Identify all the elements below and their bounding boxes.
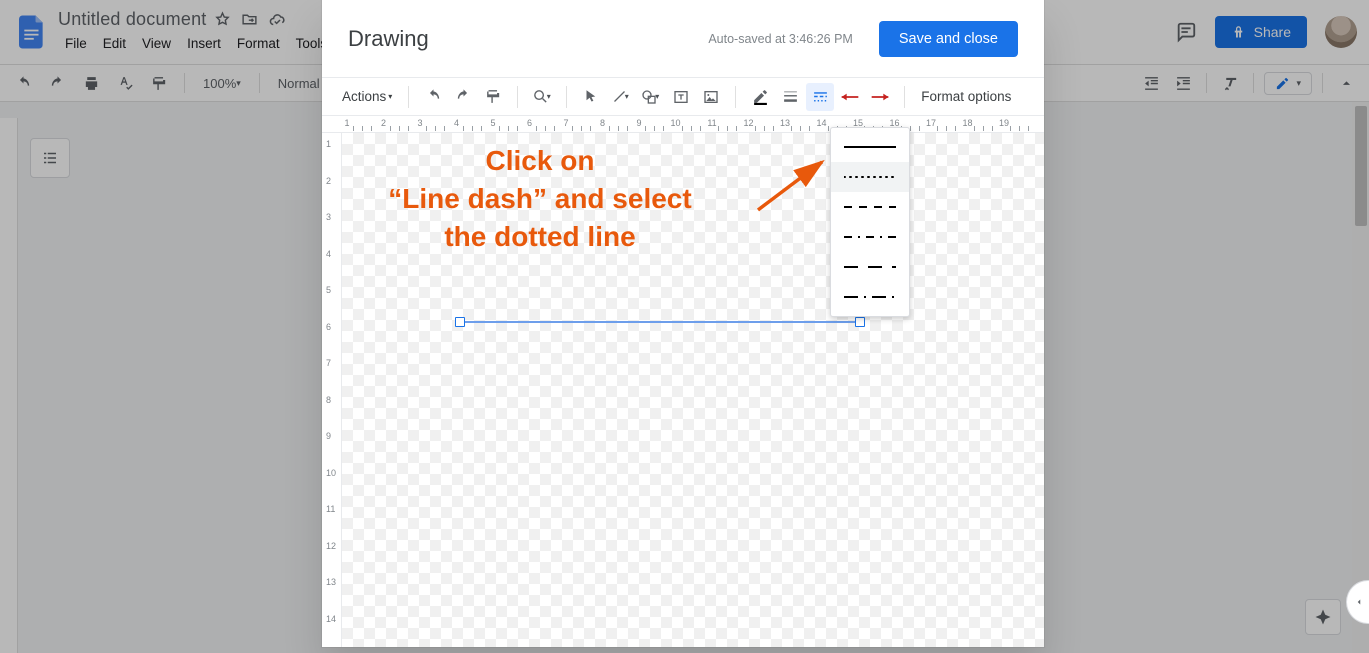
autosave-label: Auto-saved at 3:46:26 PM	[708, 32, 853, 46]
textbox-tool-icon[interactable]	[667, 83, 695, 111]
line-color-icon[interactable]	[746, 83, 774, 111]
actions-menu[interactable]: Actions▾	[336, 85, 398, 108]
line-dash-menu	[830, 127, 910, 317]
dash-option-dash-dot[interactable]	[831, 252, 909, 282]
select-tool-icon[interactable]	[577, 83, 605, 111]
zoom-tool[interactable]: ▾	[528, 83, 556, 111]
line-start-icon[interactable]	[836, 83, 864, 111]
line-tool-icon[interactable]: ▾	[607, 83, 635, 111]
dash-option-solid[interactable]	[831, 132, 909, 162]
dash-option-dotted[interactable]	[831, 162, 909, 192]
vertical-ruler-drawing: 1234567891011121314	[322, 133, 342, 647]
drawing-toolbar: Actions▾ ▾ ▾ ▾ Format options	[322, 78, 1044, 116]
format-options-button[interactable]: Format options	[915, 85, 1017, 108]
dialog-title: Drawing	[348, 26, 429, 52]
drawing-dialog: Drawing Auto-saved at 3:46:26 PM Save an…	[322, 0, 1044, 647]
horizontal-ruler: 12345678910111213141516171819	[322, 116, 1044, 133]
dash-option-long-dash-dot[interactable]	[831, 282, 909, 312]
drawing-canvas[interactable]	[342, 133, 1044, 647]
save-and-close-button[interactable]: Save and close	[879, 21, 1018, 57]
dash-option-dashed[interactable]	[831, 192, 909, 222]
line-end-icon[interactable]	[866, 83, 894, 111]
drawn-line[interactable]	[460, 321, 860, 323]
dash-option-long-dash[interactable]	[831, 222, 909, 252]
line-weight-icon[interactable]	[776, 83, 804, 111]
image-tool-icon[interactable]	[697, 83, 725, 111]
redo-icon[interactable]	[449, 83, 477, 111]
shape-tool-icon[interactable]: ▾	[637, 83, 665, 111]
paint-format-icon[interactable]	[479, 83, 507, 111]
undo-icon[interactable]	[419, 83, 447, 111]
line-dash-icon[interactable]	[806, 83, 834, 111]
